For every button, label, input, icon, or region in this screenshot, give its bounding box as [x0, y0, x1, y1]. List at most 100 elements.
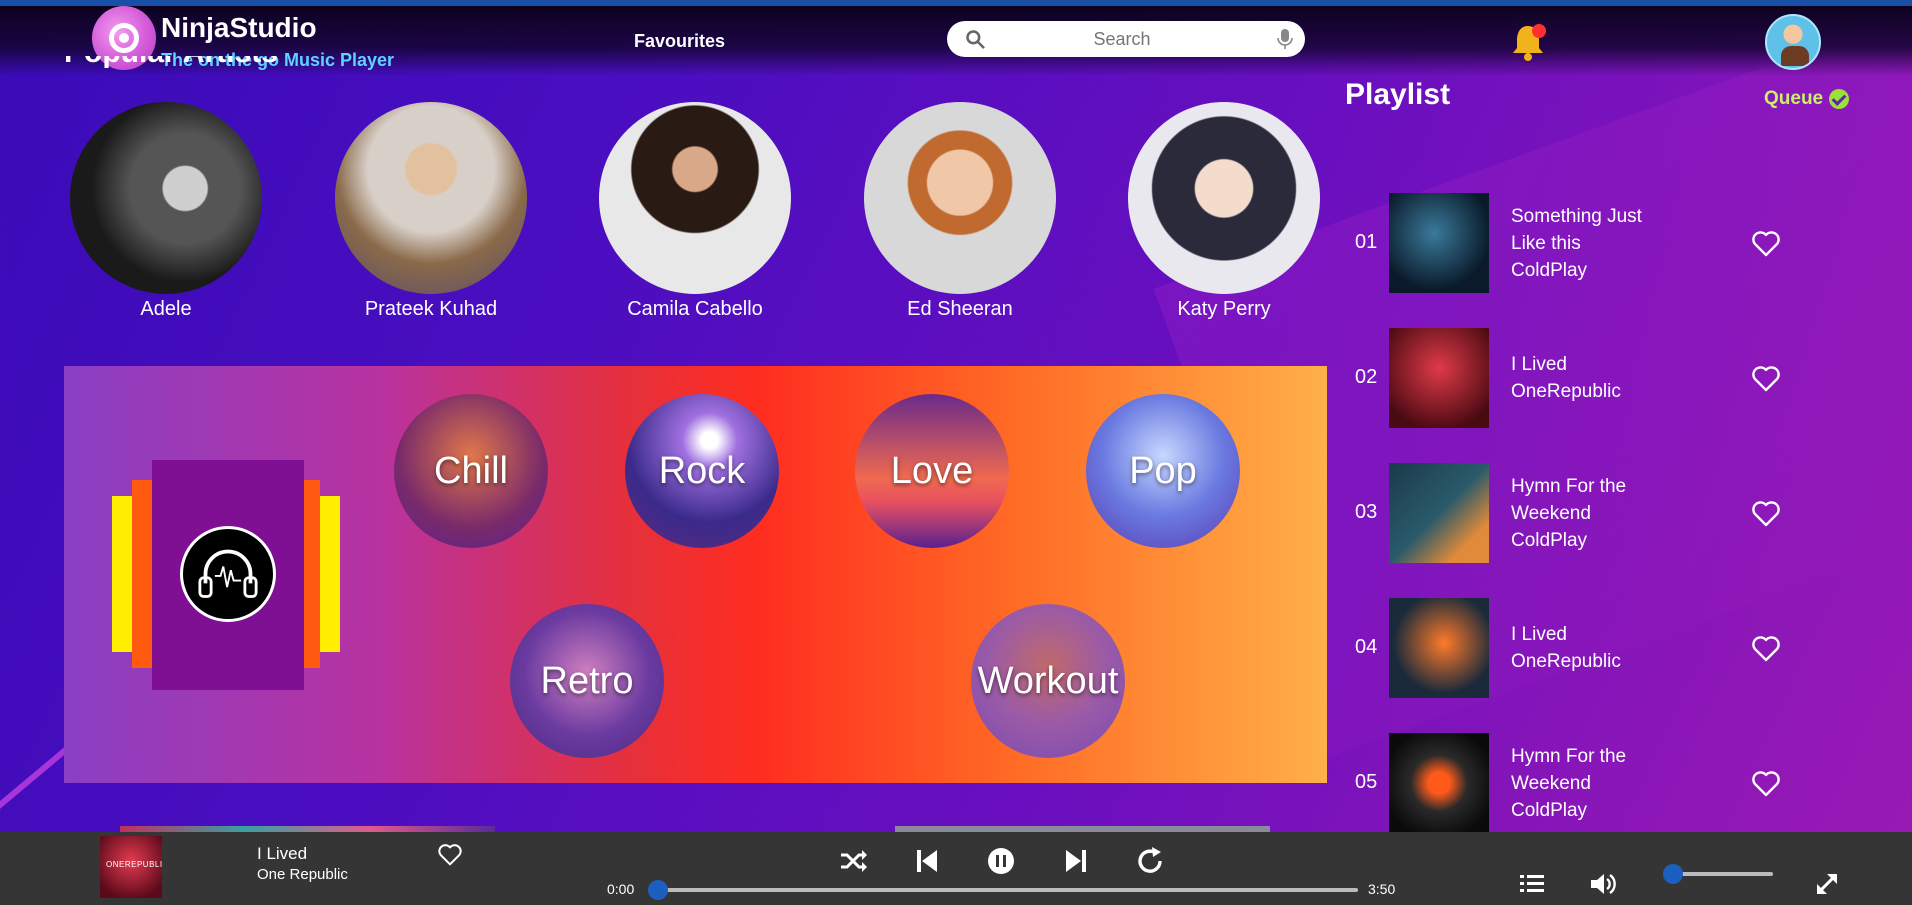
genre-love[interactable]: Love	[855, 394, 1009, 548]
track-title-line1: Something Just	[1511, 205, 1642, 227]
artist-card-adele[interactable]: Adele	[70, 102, 262, 321]
progress-bar[interactable]	[648, 880, 1358, 900]
artist-photo[interactable]	[1128, 102, 1320, 294]
next-icon[interactable]	[1061, 846, 1091, 876]
artist-name[interactable]: Prateek Kuhad	[335, 298, 527, 321]
fullscreen-icon[interactable]	[1813, 870, 1841, 898]
artist-name[interactable]: Ed Sheeran	[864, 298, 1056, 321]
track-cover[interactable]	[1389, 463, 1489, 563]
search-bar[interactable]	[947, 21, 1305, 57]
time-current: 0:00	[607, 881, 635, 897]
artist-photo[interactable]	[599, 102, 791, 294]
genre-workout[interactable]: Workout	[971, 604, 1125, 758]
heart-icon[interactable]	[1752, 231, 1780, 257]
track-cover[interactable]	[1389, 598, 1489, 698]
genre-label[interactable]: Pop	[1129, 450, 1197, 493]
track-info[interactable]: Something Just Like this ColdPlay	[1511, 193, 1711, 293]
artist-card-prateek-kuhad[interactable]: Prateek Kuhad	[335, 102, 527, 321]
queue-list-icon[interactable]	[1518, 870, 1546, 898]
track-number: 04	[1355, 636, 1378, 658]
playlist-item[interactable]: 04 I Lived OneRepublic	[1345, 598, 1815, 698]
track-info[interactable]: Hymn For the Weekend ColdPlay	[1511, 733, 1711, 833]
genre-chill[interactable]: Chill	[394, 394, 548, 548]
track-artist: OneRepublic	[1511, 381, 1621, 402]
pause-icon[interactable]	[986, 846, 1016, 876]
queue-button[interactable]: Queue	[1764, 88, 1850, 110]
track-artist: ColdPlay	[1511, 529, 1588, 551]
track-title-line2: Like this	[1511, 232, 1581, 254]
genre-label[interactable]: Retro	[541, 660, 634, 703]
headphones-icon	[180, 526, 276, 622]
playlist-item[interactable]: 02 I Lived OneRepublic	[1345, 328, 1815, 428]
track-title-line2: Weekend	[1511, 772, 1591, 794]
previous-icon[interactable]	[912, 846, 942, 876]
now-playing-cover[interactable]: ONEREPUBLIC	[100, 836, 162, 898]
track-cover[interactable]	[1389, 328, 1489, 428]
genre-pop[interactable]: Pop	[1086, 394, 1240, 548]
shuffle-icon[interactable]	[838, 846, 868, 876]
artist-name[interactable]: Adele	[70, 298, 262, 321]
nav-favourites-link[interactable]: Favourites	[634, 31, 725, 52]
heart-icon[interactable]	[438, 844, 462, 866]
genre-label[interactable]: Rock	[659, 450, 746, 493]
artist-name[interactable]: Katy Perry	[1128, 298, 1320, 321]
track-title-line1: I Lived	[1511, 354, 1567, 375]
genre-retro[interactable]: Retro	[510, 604, 664, 758]
user-avatar[interactable]	[1765, 14, 1821, 70]
check-circle-icon[interactable]	[1829, 89, 1850, 109]
top-header: NinjaStudio The on the go Music Player F…	[0, 6, 1912, 76]
heart-icon[interactable]	[1752, 771, 1780, 797]
track-number: 02	[1355, 366, 1378, 388]
playlist-item[interactable]: 03 Hymn For the Weekend ColdPlay	[1345, 463, 1815, 563]
track-title-line1: Hymn For the	[1511, 475, 1627, 497]
genre-label[interactable]: Love	[891, 450, 973, 493]
volume-icon[interactable]	[1588, 870, 1616, 898]
playlist-item[interactable]: 01 Something Just Like this ColdPlay	[1345, 193, 1815, 293]
track-info[interactable]: I Lived OneRepublic	[1511, 598, 1711, 698]
artist-card-katy-perry[interactable]: Katy Perry	[1128, 102, 1320, 321]
brand-name[interactable]: NinjaStudio	[161, 12, 317, 44]
track-info[interactable]: I Lived OneRepublic	[1511, 328, 1711, 428]
now-playing-cover-text: ONEREPUBLIC	[106, 860, 162, 869]
now-playing-artist: One Republic	[257, 866, 348, 883]
artist-photo[interactable]	[864, 102, 1056, 294]
search-icon[interactable]	[965, 29, 985, 49]
heart-icon[interactable]	[1752, 636, 1780, 662]
artist-card-ed-sheeran[interactable]: Ed Sheeran	[864, 102, 1056, 321]
repeat-icon[interactable]	[1136, 846, 1166, 876]
track-artist: OneRepublic	[1511, 651, 1621, 672]
notification-badge	[1532, 24, 1546, 38]
now-playing-title: I Lived	[257, 844, 308, 863]
heart-icon[interactable]	[1752, 366, 1780, 392]
track-cover[interactable]	[1389, 193, 1489, 293]
genre-label[interactable]: Chill	[434, 450, 508, 493]
heart-icon[interactable]	[1752, 501, 1780, 527]
playlist-title: Playlist	[1345, 78, 1451, 111]
time-total: 3:50	[1368, 881, 1396, 897]
track-cover[interactable]	[1389, 733, 1489, 833]
track-title-line1: I Lived	[1511, 624, 1567, 645]
volume-handle[interactable]	[1663, 864, 1683, 884]
artist-name[interactable]: Camila Cabello	[599, 298, 791, 321]
search-input[interactable]	[997, 25, 1247, 53]
track-number: 05	[1355, 771, 1378, 793]
genre-label[interactable]: Workout	[978, 660, 1119, 703]
track-number: 03	[1355, 501, 1378, 523]
genre-panel: Chill Rock Love Pop Retro Workout	[64, 366, 1327, 783]
artist-photo[interactable]	[335, 102, 527, 294]
progress-handle[interactable]	[648, 880, 668, 900]
artist-card-camila-cabello[interactable]: Camila Cabello	[599, 102, 791, 321]
player-bar: ONEREPUBLIC I Lived One Republic 0:00 3:…	[0, 832, 1912, 905]
artist-photo[interactable]	[70, 102, 262, 294]
track-number: 01	[1355, 231, 1378, 253]
track-info[interactable]: Hymn For the Weekend ColdPlay	[1511, 463, 1711, 563]
track-title-line2: Weekend	[1511, 502, 1591, 524]
track-artist: ColdPlay	[1511, 799, 1588, 821]
genre-rock[interactable]: Rock	[625, 394, 779, 548]
track-artist: ColdPlay	[1511, 259, 1588, 281]
playlist-item[interactable]: 05 Hymn For the Weekend ColdPlay	[1345, 733, 1815, 833]
microphone-icon[interactable]	[1277, 29, 1293, 49]
queue-label[interactable]: Queue	[1764, 88, 1823, 110]
volume-slider[interactable]	[1663, 864, 1773, 884]
track-title-line1: Hymn For the	[1511, 745, 1627, 767]
